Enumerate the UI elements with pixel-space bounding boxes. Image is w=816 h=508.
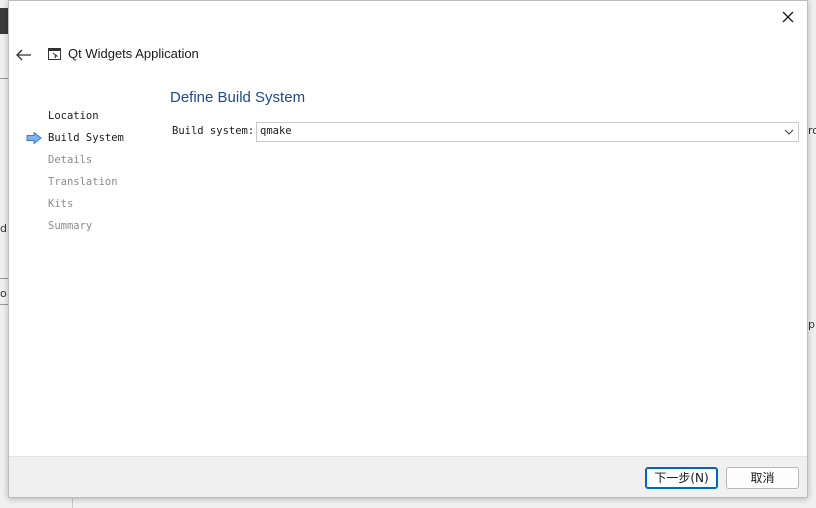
step-label: Translation [48, 176, 118, 188]
background-text: d [0, 222, 7, 235]
back-arrow-icon [16, 49, 31, 61]
cancel-button[interactable]: 取消 [726, 467, 799, 489]
step-kits: Kits [9, 193, 159, 215]
background-text: o [0, 287, 7, 300]
background-divider [0, 78, 8, 79]
wizard-steps: Location Build System Details Translatio… [9, 105, 159, 237]
next-button[interactable]: 下一步(N) [645, 467, 718, 489]
background-text: p. [808, 318, 816, 331]
wizard-title: Qt Widgets Application [68, 46, 199, 61]
page-title: Define Build System [170, 89, 306, 106]
close-icon [782, 11, 794, 23]
wizard-footer: 下一步(N) 取消 [9, 456, 807, 497]
step-label: Details [48, 154, 93, 166]
step-label: Build System [48, 132, 124, 144]
step-label: Location [48, 110, 99, 122]
step-details: Details [9, 149, 159, 171]
current-step-arrow-icon [26, 132, 42, 144]
background-divider [0, 304, 8, 305]
chevron-down-icon [784, 129, 794, 135]
build-system-select[interactable]: qmake [256, 122, 799, 142]
app-window-icon [48, 48, 61, 60]
background-app-toolbar [0, 8, 8, 34]
background-text: ro [808, 124, 816, 137]
background-divider [72, 498, 73, 508]
step-location: Location [9, 105, 159, 127]
step-translation: Translation [9, 171, 159, 193]
new-project-wizard-dialog: Qt Widgets Application Location Build Sy… [8, 0, 808, 498]
background-divider [0, 278, 8, 279]
step-label: Kits [48, 198, 74, 210]
step-build-system: Build System [9, 127, 159, 149]
step-summary: Summary [9, 215, 159, 237]
close-button[interactable] [775, 5, 801, 29]
back-button[interactable] [13, 47, 35, 63]
wizard-header: Qt Widgets Application [9, 39, 807, 69]
build-system-label: Build system: [172, 125, 255, 137]
step-label: Summary [48, 220, 93, 232]
build-system-value: qmake [260, 125, 292, 137]
